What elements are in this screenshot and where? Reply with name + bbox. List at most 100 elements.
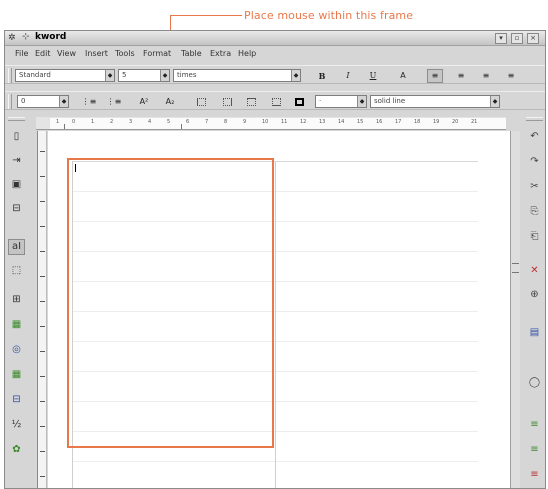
insert-variable-icon[interactable]: ◯ <box>526 375 543 391</box>
ruler-tick <box>40 426 45 427</box>
align-center-button[interactable]: ≡ <box>453 69 469 83</box>
font-size-value: 5 <box>122 71 127 79</box>
ruler-tick <box>40 301 45 302</box>
ruler-tick <box>40 376 45 377</box>
edit-text-tool-icon[interactable]: aI <box>8 239 25 255</box>
scrollbar-thumb[interactable] <box>512 263 519 273</box>
ruler-label: 18 <box>414 119 421 125</box>
save-document-icon[interactable]: ▣ <box>8 177 25 193</box>
kword-window: ✲ ⊹ kword ▾ ▫ × File Edit View Insert To… <box>4 30 546 489</box>
ruler-label: 12 <box>300 119 307 125</box>
create-chart-icon[interactable]: ⊟ <box>8 392 25 408</box>
chevron-down-icon: ◆ <box>105 70 114 81</box>
border-bottom-button[interactable] <box>268 95 284 109</box>
spellcheck-icon[interactable]: ✕ <box>526 263 543 279</box>
toolbar-grip[interactable] <box>526 117 543 121</box>
border-style-combo[interactable]: solid line ◆ <box>370 95 500 108</box>
bullet-list-button[interactable]: ⋮≡ <box>81 95 97 109</box>
menu-extra[interactable]: Extra <box>210 49 231 58</box>
create-part-icon[interactable]: ✿ <box>8 442 25 458</box>
menu-insert[interactable]: Insert <box>85 49 108 58</box>
menu-table[interactable]: Table <box>181 49 202 58</box>
underline-button[interactable]: U <box>365 69 381 83</box>
maximize-button[interactable]: ▫ <box>511 33 523 44</box>
menu-edit[interactable]: Edit <box>35 49 51 58</box>
ruler-tick <box>40 226 45 227</box>
menu-view[interactable]: View <box>57 49 76 58</box>
ruler-tick <box>40 326 45 327</box>
undo-icon[interactable]: ↶ <box>526 129 543 145</box>
border-all-button[interactable] <box>291 95 307 109</box>
bold-button[interactable]: B <box>314 69 330 83</box>
vertical-ruler[interactable] <box>37 131 47 488</box>
print-icon[interactable]: ⊟ <box>8 201 25 217</box>
insert-frame-icon[interactable]: ▤ <box>526 325 543 341</box>
align-justify-button[interactable]: ≡ <box>503 69 519 83</box>
ruler-label: 11 <box>281 119 288 125</box>
border-all-icon <box>294 98 304 106</box>
border-top-button[interactable] <box>243 95 259 109</box>
redo-icon[interactable]: ↷ <box>526 154 543 170</box>
cut-icon[interactable]: ✂ <box>526 179 543 195</box>
create-spreadsheet-icon[interactable]: ▦ <box>8 367 25 383</box>
ruler-label: 20 <box>452 119 459 125</box>
document-canvas[interactable] <box>48 131 518 488</box>
numbered-list-button[interactable]: ⋮≡ <box>106 95 122 109</box>
minimize-button[interactable]: ▾ <box>495 33 507 44</box>
table-insert-row-icon[interactable]: ≡ <box>526 417 543 433</box>
border-top-icon <box>246 98 256 106</box>
new-document-icon[interactable]: ▯ <box>8 129 25 145</box>
border-bottom-icon <box>271 98 281 106</box>
style-combo[interactable]: Standard ◆ <box>15 69 115 82</box>
border-left-icon <box>196 98 206 106</box>
text-color-button[interactable]: A <box>395 69 411 83</box>
ruler-label: 1 <box>91 119 95 125</box>
border-left-button[interactable] <box>193 95 209 109</box>
paste-icon[interactable]: ⎗ <box>526 229 543 245</box>
toolbar-grip[interactable] <box>8 117 25 121</box>
superscript-button[interactable]: A² <box>136 95 152 109</box>
create-formula-icon[interactable]: ◎ <box>8 342 25 358</box>
text-frame[interactable] <box>72 161 276 488</box>
pin-icon[interactable]: ⊹ <box>22 32 30 42</box>
close-button[interactable]: × <box>527 33 539 44</box>
align-right-button[interactable]: ≡ <box>478 69 494 83</box>
menu-file[interactable]: File <box>15 49 28 58</box>
subscript-button[interactable]: A₂ <box>162 95 178 109</box>
align-left-button[interactable]: ≡ <box>427 69 443 83</box>
border-color-value: · <box>319 97 322 105</box>
table-insert-col-icon[interactable]: ≡ <box>526 442 543 458</box>
kde-system-menu-icon[interactable]: ✲ <box>8 33 20 43</box>
ruler-label: 4 <box>148 119 152 125</box>
vertical-scrollbar[interactable] <box>510 131 520 488</box>
menu-help[interactable]: Help <box>238 49 256 58</box>
menu-tools[interactable]: Tools <box>115 49 135 58</box>
border-right-icon <box>222 98 232 106</box>
create-text-frame-icon[interactable]: ⬚ <box>8 263 25 279</box>
window-title: kword <box>35 32 67 42</box>
font-size-combo[interactable]: 5 ◆ <box>118 69 170 82</box>
frame-toolbar: 0 ◆ ⋮≡ ⋮≡ A² A₂ · ◆ solid line ◆ <box>5 91 545 110</box>
ruler-label: 5 <box>167 119 171 125</box>
italic-button[interactable]: I <box>340 69 356 83</box>
ruler-label: 7 <box>205 119 209 125</box>
border-color-combo[interactable]: · ◆ <box>315 95 367 108</box>
copy-icon[interactable]: ⎘ <box>526 204 543 220</box>
open-document-icon[interactable]: ⇥ <box>8 153 25 169</box>
table-delete-icon[interactable]: ≡ <box>526 467 543 483</box>
right-toolbar: ↶ ↷ ✂ ⎘ ⎗ ✕ ⊕ ▤ ◯ ≡ ≡ ≡ <box>521 117 545 488</box>
find-icon[interactable]: ⊕ <box>526 287 543 303</box>
create-kontour-icon[interactable]: ½ <box>8 417 25 433</box>
menu-format[interactable]: Format <box>143 49 171 58</box>
border-width-combo[interactable]: 0 ◆ <box>17 95 69 108</box>
create-table-icon[interactable]: ▦ <box>8 317 25 333</box>
create-picture-frame-icon[interactable]: ⊞ <box>8 292 25 308</box>
horizontal-ruler[interactable]: 1 0 1 2 3 4 5 6 7 8 9 10 11 12 13 14 15 … <box>36 117 506 130</box>
ruler-label: 10 <box>262 119 269 125</box>
toolbar-grip[interactable] <box>8 68 12 83</box>
toolbar-grip[interactable] <box>8 94 12 109</box>
ruler-label: 14 <box>338 119 345 125</box>
chevron-down-icon: ◆ <box>357 96 366 107</box>
border-right-button[interactable] <box>219 95 235 109</box>
font-family-combo[interactable]: times ◆ <box>173 69 301 82</box>
